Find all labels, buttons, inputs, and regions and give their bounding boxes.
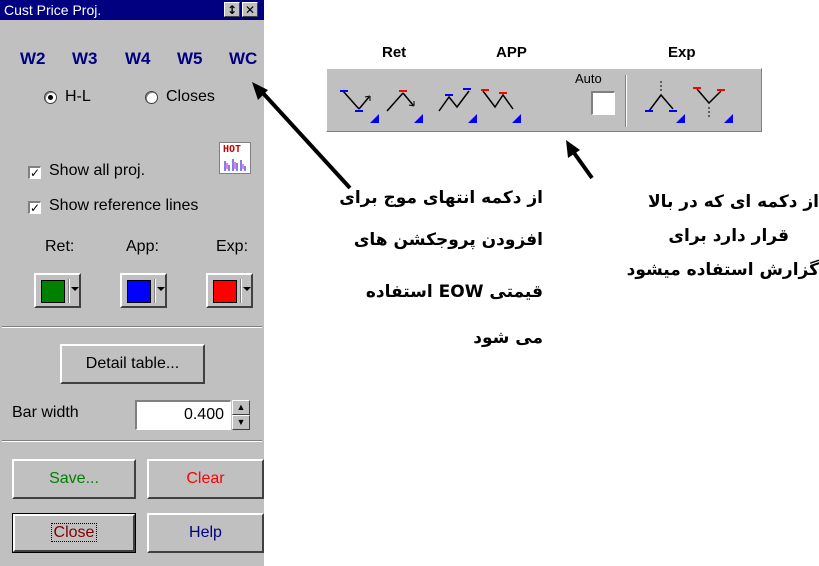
arrow-to-wave-tabs <box>260 90 352 190</box>
annotation-report-line-2: قرار دارد برای <box>668 226 789 246</box>
annotation-wave-end-line-3: قیمتی EOW استفاده <box>365 282 543 302</box>
annotation-wave-end-line-4: می شود <box>473 328 543 348</box>
annotation-report-line-1: از دکمه ای که در بالا <box>647 192 819 212</box>
annotation-wave-end-line-1: از دکمه انتهای موج برای <box>339 188 543 208</box>
annotation-wave-end-line-2: افزودن پروجکشن های <box>353 230 543 250</box>
arrow-to-toolbar <box>570 148 594 180</box>
annotation-report-line-3: گزارش استفاده میشود <box>626 260 819 280</box>
